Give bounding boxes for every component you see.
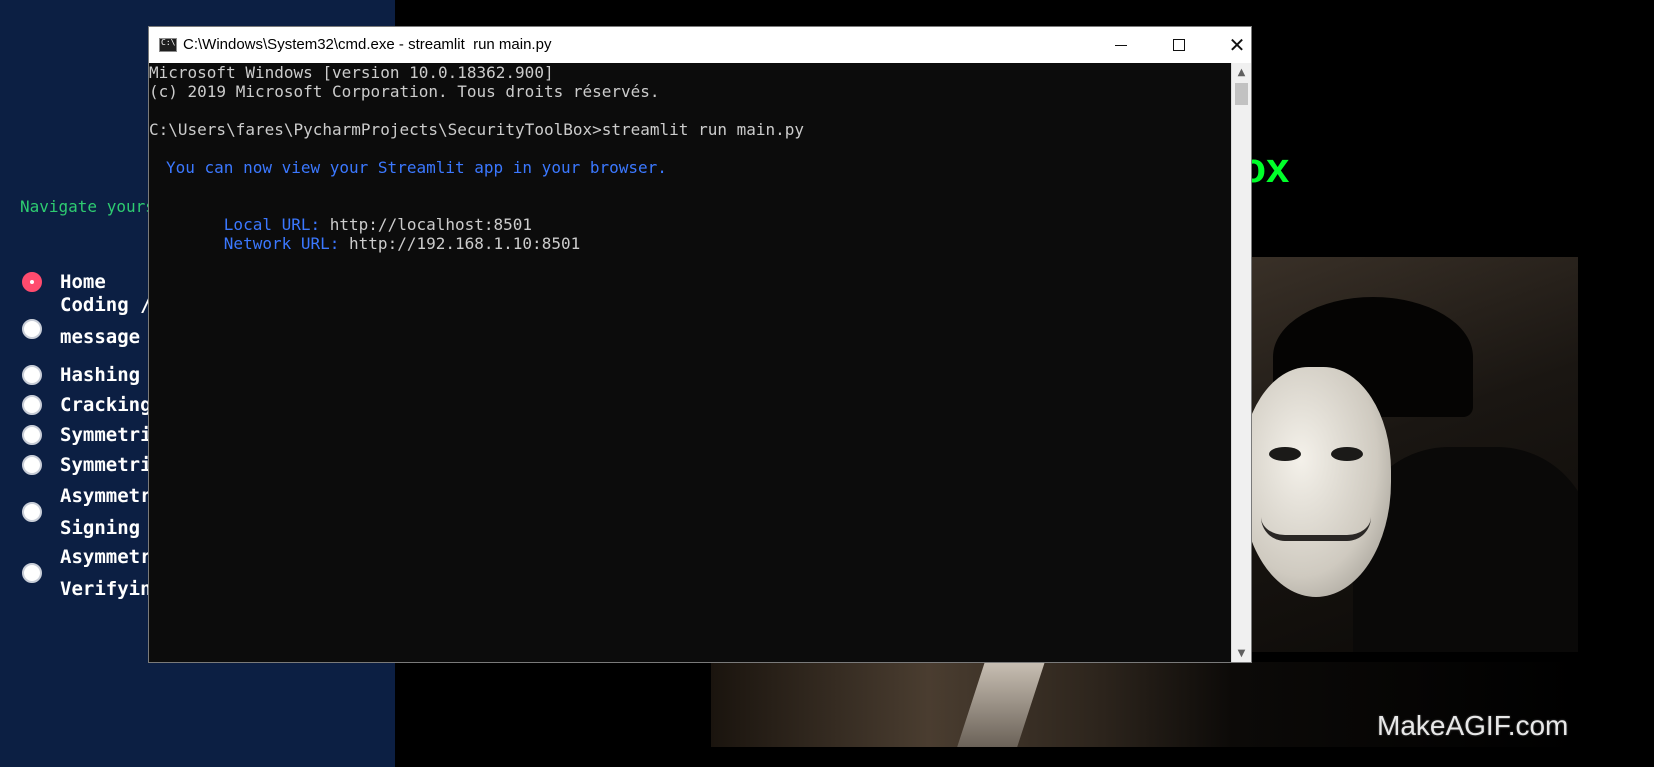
mask-eye bbox=[1331, 447, 1363, 461]
scroll-up-icon[interactable]: ▲ bbox=[1232, 63, 1251, 81]
vertical-scrollbar[interactable]: ▲ ▼ bbox=[1231, 63, 1251, 662]
radio-label: Cracking bbox=[60, 394, 152, 416]
maximize-icon bbox=[1173, 39, 1185, 51]
minimize-button[interactable] bbox=[1092, 27, 1150, 63]
radio-button[interactable] bbox=[22, 563, 42, 583]
window-title: C:\Windows\System32\cmd.exe - streamlit … bbox=[183, 36, 552, 53]
maximize-button[interactable] bbox=[1150, 27, 1208, 63]
close-icon: ✕ bbox=[1228, 33, 1246, 57]
radio-button[interactable] bbox=[22, 365, 42, 385]
mask-face bbox=[1241, 367, 1391, 597]
anonymous-mask-gif bbox=[1233, 257, 1578, 652]
scroll-down-icon[interactable]: ▼ bbox=[1232, 644, 1251, 662]
local-url-line: Local URL: http://localhost:8501 bbox=[149, 196, 532, 234]
minimize-icon bbox=[1115, 44, 1127, 46]
terminal-line: Microsoft Windows [version 10.0.18362.90… bbox=[149, 63, 554, 82]
gif-motion-streak bbox=[957, 662, 1045, 747]
radio-button[interactable] bbox=[22, 425, 42, 445]
cmd-icon[interactable] bbox=[159, 38, 177, 52]
radio-label: Coding / message bbox=[60, 294, 152, 348]
radio-label: Hashing bbox=[60, 364, 141, 386]
terminal-command-line: C:\Users\fares\PycharmProjects\SecurityT… bbox=[149, 120, 805, 139]
radio-button-selected[interactable] bbox=[22, 272, 42, 292]
mask-eye bbox=[1269, 447, 1301, 461]
radio-label: Symmetri bbox=[60, 424, 152, 446]
network-url-label: Network URL: bbox=[223, 234, 340, 253]
close-button[interactable]: ✕ bbox=[1208, 27, 1266, 63]
radio-button[interactable] bbox=[22, 455, 42, 475]
streamlit-info-line: You can now view your Streamlit app in y… bbox=[166, 158, 667, 177]
radio-button[interactable] bbox=[22, 502, 42, 522]
gif-watermark: MakeAGIF.com bbox=[1377, 710, 1569, 741]
cmd-window[interactable]: C:\Windows\System32\cmd.exe - streamlit … bbox=[148, 26, 1252, 663]
radio-label: Asymmetr Signing bbox=[60, 485, 152, 539]
radio-button[interactable] bbox=[22, 395, 42, 415]
network-url-value[interactable]: http://192.168.1.10:8501 bbox=[349, 234, 580, 253]
scroll-thumb[interactable] bbox=[1235, 83, 1248, 105]
network-url-line: Network URL: http://192.168.1.10:8501 bbox=[149, 215, 580, 253]
terminal-line: (c) 2019 Microsoft Corporation. Tous dro… bbox=[149, 82, 660, 101]
mask-moustache bbox=[1261, 517, 1371, 541]
sidebar-nav-title: Navigate yours bbox=[20, 197, 155, 216]
radio-button[interactable] bbox=[22, 319, 42, 339]
window-titlebar[interactable]: C:\Windows\System32\cmd.exe - streamlit … bbox=[149, 27, 1251, 63]
terminal-output[interactable]: Microsoft Windows [version 10.0.18362.90… bbox=[149, 63, 1231, 662]
radio-label: Asymmetr Verifyin bbox=[60, 546, 152, 600]
radio-label: Symmetri bbox=[60, 454, 152, 476]
